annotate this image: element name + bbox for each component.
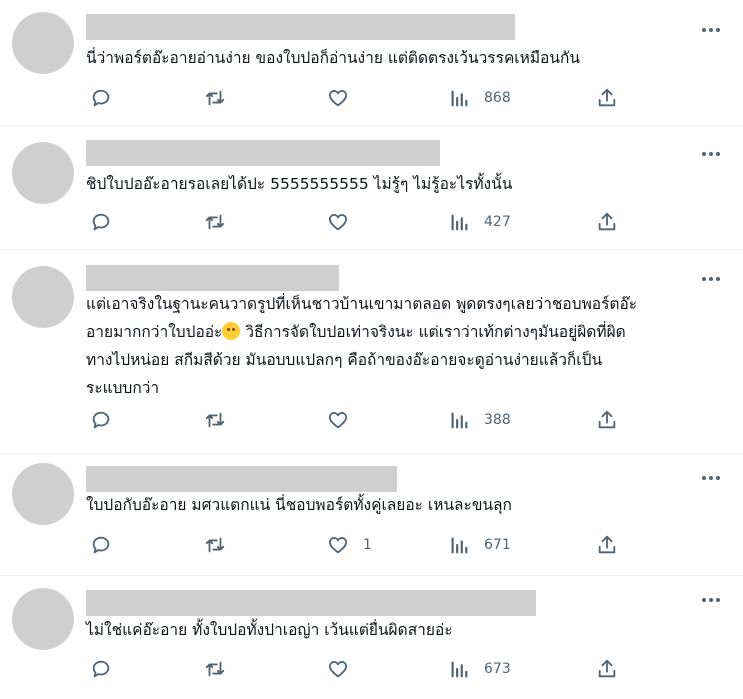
avatar[interactable] (12, 588, 74, 650)
reply-icon (92, 660, 110, 678)
reply-icon (92, 89, 110, 107)
heart-icon (328, 661, 348, 678)
retweet-button[interactable] (204, 408, 226, 432)
view-count: 868 (484, 90, 511, 106)
redacted-name-bar (86, 466, 397, 492)
reply-button[interactable] (90, 210, 112, 234)
share-icon (598, 410, 616, 429)
more-icon[interactable] (699, 267, 723, 291)
tweet-actions: 1 671 (86, 533, 626, 557)
tweet-text-line: ทางไปหน่อย สกีมสีด้วย มันอบบแปลกๆ คือถ้า… (86, 351, 603, 369)
reply-icon (92, 411, 110, 429)
tweet-actions: 673 (86, 657, 626, 681)
tweet-text-line: แต่เอาจริงในฐานะคนวาดรูปที่เห็นชาวบ้านเข… (86, 295, 638, 313)
reply-button[interactable] (90, 86, 112, 110)
heart-icon (328, 214, 348, 231)
more-icon[interactable] (699, 466, 723, 490)
more-icon[interactable] (699, 142, 723, 166)
like-button[interactable] (327, 86, 363, 110)
retweet-button[interactable] (204, 657, 226, 681)
share-button[interactable] (596, 210, 618, 234)
like-button[interactable]: 1 (327, 533, 372, 557)
tweet-4[interactable]: ใบปอกับอ๊ะอาย มศวแตกแน่ นี่ชอบพอร์ตทั้งค… (0, 454, 743, 576)
views-icon (451, 90, 468, 107)
views-button[interactable]: 427 (448, 210, 511, 234)
retweet-icon (205, 90, 225, 106)
retweet-button[interactable] (204, 86, 226, 110)
reply-button[interactable] (90, 533, 112, 557)
tweet-text-line: วิธีการจัดใบปอเท่าจริงนะ แต่เราว่าเท้กต่… (240, 323, 626, 341)
view-count: 671 (484, 537, 511, 553)
share-button[interactable] (596, 657, 618, 681)
views-icon (451, 537, 468, 554)
like-count: 1 (363, 537, 372, 553)
share-button[interactable] (596, 86, 618, 110)
like-button[interactable] (327, 657, 363, 681)
tweet-text: นี่ว่าพอร์ตอ๊ะอายอ่านง่าย ของใบปอก็อ่านง… (86, 49, 580, 67)
views-icon (451, 214, 468, 231)
tweet-text: ใบปอกับอ๊ะอาย มศวแตกแน่ นี่ชอบพอร์ตทั้งค… (86, 496, 512, 514)
retweet-icon (205, 412, 225, 428)
tweet-2[interactable]: ชิปใบปออ๊ะอายรอเลยได้ปะ 5555555555 ไม่รู… (0, 126, 743, 250)
like-button[interactable] (327, 210, 363, 234)
heart-icon (328, 537, 348, 554)
redacted-name-bar (86, 140, 440, 166)
redacted-name-bar (86, 265, 339, 291)
redacted-name-bar (86, 590, 536, 616)
tweet-actions: 427 (86, 210, 626, 234)
avatar[interactable] (12, 142, 74, 204)
retweet-icon (205, 537, 225, 553)
heart-icon (328, 412, 348, 429)
avatar[interactable] (12, 463, 74, 525)
reply-icon (92, 536, 110, 554)
redacted-name-bar (86, 14, 515, 40)
view-count: 388 (484, 412, 511, 428)
tweet-text-line: อายมากกว่าใบปออ่ะ (86, 323, 223, 341)
view-count: 673 (484, 661, 511, 677)
retweet-icon (205, 661, 225, 677)
reply-button[interactable] (90, 408, 112, 432)
avatar[interactable] (12, 12, 74, 74)
tweet-text: ไม่ใช่แค่อ๊ะอาย ทั้งใบปอทั้งปาเอญ่า เว้น… (86, 621, 453, 639)
retweet-icon (205, 214, 225, 230)
views-button[interactable]: 671 (448, 533, 511, 557)
tweet-5[interactable]: ไม่ใช่แค่อ๊ะอาย ทั้งใบปอทั้งปาเอญ่า เว้น… (0, 576, 743, 699)
share-icon (598, 535, 616, 554)
tweet-3[interactable]: แต่เอาจริงในฐานะคนวาดรูปที่เห็นชาวบ้านเข… (0, 250, 743, 454)
reply-button[interactable] (90, 657, 112, 681)
avatar[interactable] (12, 266, 74, 328)
share-button[interactable] (596, 408, 618, 432)
tweet-actions: 868 (86, 86, 626, 110)
tweet-text-line: ระแบบกว่า (86, 379, 160, 397)
tweet-1[interactable]: นี่ว่าพอร์ตอ๊ะอายอ่านง่าย ของใบปอก็อ่านง… (0, 0, 743, 126)
reply-icon (92, 213, 110, 231)
share-button[interactable] (596, 533, 618, 557)
heart-icon (328, 90, 348, 107)
tweet-text: ชิปใบปออ๊ะอายรอเลยได้ปะ 5555555555 ไม่รู… (86, 175, 513, 193)
more-icon[interactable] (699, 18, 723, 42)
emoji-icon (222, 322, 241, 340)
tweet-actions: 388 (86, 408, 626, 432)
tweet-feed: นี่ว่าพอร์ตอ๊ะอายอ่านง่าย ของใบปอก็อ่านง… (0, 0, 743, 699)
views-button[interactable]: 673 (448, 657, 511, 681)
share-icon (598, 212, 616, 231)
retweet-button[interactable] (204, 210, 226, 234)
views-icon (451, 412, 468, 429)
more-icon[interactable] (699, 588, 723, 612)
like-button[interactable] (327, 408, 363, 432)
views-button[interactable]: 868 (448, 86, 511, 110)
view-count: 427 (484, 214, 511, 230)
retweet-button[interactable] (204, 533, 226, 557)
share-icon (598, 88, 616, 107)
share-icon (598, 659, 616, 678)
views-icon (451, 661, 468, 678)
tweet-text: แต่เอาจริงในฐานะคนวาดรูปที่เห็นชาวบ้านเข… (86, 290, 703, 402)
views-button[interactable]: 388 (448, 408, 511, 432)
